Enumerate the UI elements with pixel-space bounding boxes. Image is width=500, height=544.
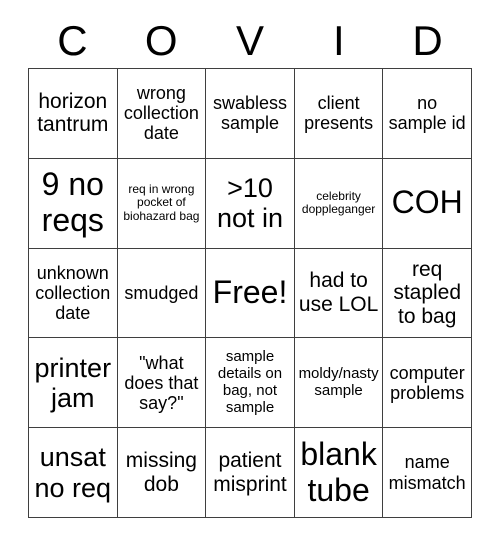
bingo-cell[interactable]: celebrity doppleganger <box>294 158 384 249</box>
bingo-cell-label: missing dob <box>125 449 197 496</box>
bingo-cell[interactable]: had to use LOL <box>294 248 384 339</box>
bingo-cell-label: patient misprint <box>213 449 287 496</box>
bingo-cell-label: 9 no reqs <box>41 166 104 239</box>
bingo-cell[interactable]: no sample id <box>383 69 472 159</box>
bingo-header-letter: O <box>144 17 178 64</box>
bingo-header-letter: V <box>235 17 264 64</box>
bingo-header-letter: I <box>332 17 345 64</box>
bingo-cell[interactable]: req stapled to bag <box>383 248 472 339</box>
bingo-cell[interactable]: swabless sample <box>206 69 295 159</box>
bingo-cell-label: req stapled to bag <box>393 257 462 328</box>
bingo-cell[interactable]: patient misprint <box>206 428 295 518</box>
bingo-header-letters: COVID <box>28 16 472 66</box>
bingo-cell-label: moldy/nasty sample <box>298 364 379 399</box>
bingo-cell[interactable]: blank tube <box>294 428 384 518</box>
bingo-cell-label: unknown collection date <box>35 262 111 324</box>
bingo-cell-label: horizon tantrum <box>37 89 109 137</box>
bingo-cell[interactable]: wrong collection date <box>117 69 207 159</box>
bingo-cell-label: "what does that say?" <box>124 352 199 413</box>
bingo-cell[interactable]: COH <box>383 158 472 249</box>
bingo-cell[interactable]: printer jam <box>29 338 118 429</box>
bingo-cell[interactable]: horizon tantrum <box>29 69 118 159</box>
bingo-cell[interactable]: missing dob <box>117 428 207 518</box>
bingo-cell[interactable]: name mismatch <box>383 428 472 518</box>
bingo-cell[interactable]: sample details on bag, not sample <box>206 338 295 429</box>
bingo-cell-label: client presents <box>304 93 374 134</box>
bingo-cell[interactable]: computer problems <box>383 338 472 429</box>
bingo-cell-label: req in wrong pocket of biohazard bag <box>123 182 200 223</box>
bingo-cell-label: printer jam <box>34 352 112 413</box>
bingo-cell-label: no sample id <box>388 93 466 134</box>
bingo-free-space-cell[interactable]: Free! <box>206 248 295 339</box>
bingo-grid: horizon tantrum wrong collection date swab… <box>28 68 472 518</box>
bingo-header-letter: C <box>57 17 88 64</box>
bingo-cell[interactable]: smudged <box>117 248 207 339</box>
bingo-cell[interactable]: unsat no req <box>29 428 118 518</box>
bingo-cell-label: COH <box>391 184 463 221</box>
bingo-cell-label: celebrity doppleganger <box>301 188 376 217</box>
bingo-header-letter: D <box>412 17 443 64</box>
bingo-cell-label: wrong collection date <box>123 83 199 144</box>
bingo-cell[interactable]: req in wrong pocket of biohazard bag <box>117 158 207 249</box>
bingo-cell-label: had to use LOL <box>298 269 379 316</box>
bingo-cell-label: Free! <box>212 274 288 311</box>
bingo-cell[interactable]: "what does that say?" <box>117 338 207 429</box>
bingo-cell-label: sample details on bag, not sample <box>217 348 283 416</box>
bingo-cell-label: smudged <box>124 282 199 303</box>
bingo-cell-label: >10 not in <box>216 172 284 234</box>
bingo-cell-label: name mismatch <box>388 452 466 493</box>
bingo-cell[interactable]: unknown collection date <box>29 248 118 339</box>
bingo-cell-label: unsat no req <box>34 442 112 503</box>
bingo-card: C O V I D horizon tantrum wrong collection da… <box>0 0 500 544</box>
bingo-cell[interactable]: client presents <box>294 69 384 159</box>
bingo-cell-label: blank tube <box>300 435 377 508</box>
bingo-cell-label: computer problems <box>389 362 465 403</box>
bingo-cell[interactable]: 9 no reqs <box>29 158 118 249</box>
bingo-cell[interactable]: >10 not in <box>206 158 295 249</box>
bingo-cell[interactable]: moldy/nasty sample <box>294 338 384 429</box>
bingo-cell-label: swabless sample <box>212 93 287 134</box>
